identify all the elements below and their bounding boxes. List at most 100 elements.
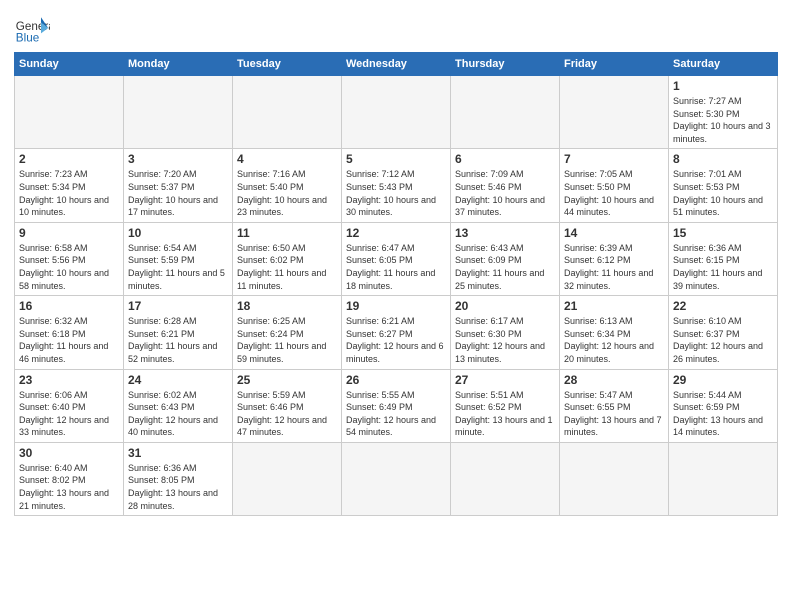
day-number: 21: [564, 299, 664, 313]
day-number: 19: [346, 299, 446, 313]
day-info: Sunrise: 6:36 AM Sunset: 8:05 PM Dayligh…: [128, 462, 228, 512]
calendar-week-6: 30 Sunrise: 6:40 AM Sunset: 8:02 PM Dayli…: [15, 442, 778, 515]
calendar-cell: 11Sunrise: 6:50 AM Sunset: 6:02 PM Dayli…: [233, 222, 342, 295]
day-number: 25: [237, 373, 337, 387]
calendar-cell: [451, 442, 560, 515]
calendar-cell: 28 Sunrise: 5:47 AM Sunset: 6:55 PM Dayli…: [560, 369, 669, 442]
day-number: 18: [237, 299, 337, 313]
calendar-week-1: 1 Sunrise: 7:27 AM Sunset: 5:30 PM Daylig…: [15, 76, 778, 149]
day-number: 6: [455, 152, 555, 166]
calendar-cell: 4 Sunrise: 7:16 AM Sunset: 5:40 PM Daylig…: [233, 149, 342, 222]
day-number: 26: [346, 373, 446, 387]
svg-text:Blue: Blue: [16, 32, 39, 45]
weekday-header-sunday: Sunday: [15, 53, 124, 76]
day-number: 1: [673, 79, 773, 93]
day-number: 20: [455, 299, 555, 313]
day-number: 28: [564, 373, 664, 387]
calendar-cell: [451, 76, 560, 149]
day-info: Sunrise: 6:47 AM Sunset: 6:05 PM Dayligh…: [346, 242, 446, 292]
calendar-cell: [15, 76, 124, 149]
day-info: Sunrise: 5:55 AM Sunset: 6:49 PM Dayligh…: [346, 389, 446, 439]
day-number: 30: [19, 446, 119, 460]
calendar-cell: [560, 76, 669, 149]
calendar-cell: 24Sunrise: 6:02 AM Sunset: 6:43 PM Dayli…: [124, 369, 233, 442]
page-header: General Blue: [14, 10, 778, 46]
calendar-cell: 21 Sunrise: 6:13 AM Sunset: 6:34 PM Dayli…: [560, 296, 669, 369]
calendar-cell: 18 Sunrise: 6:25 AM Sunset: 6:24 PM Dayli…: [233, 296, 342, 369]
calendar-cell: [560, 442, 669, 515]
calendar-cell: 9 Sunrise: 6:58 AM Sunset: 5:56 PM Daylig…: [15, 222, 124, 295]
weekday-header-friday: Friday: [560, 53, 669, 76]
day-info: Sunrise: 7:01 AM Sunset: 5:53 PM Dayligh…: [673, 168, 773, 218]
day-number: 24: [128, 373, 228, 387]
day-number: 2: [19, 152, 119, 166]
day-number: 10: [128, 226, 228, 240]
day-info: Sunrise: 5:59 AM Sunset: 6:46 PM Dayligh…: [237, 389, 337, 439]
logo: General Blue: [14, 10, 50, 46]
calendar-cell: [233, 442, 342, 515]
calendar-cell: 27Sunrise: 5:51 AM Sunset: 6:52 PM Dayli…: [451, 369, 560, 442]
calendar-cell: 5Sunrise: 7:12 AM Sunset: 5:43 PM Daylig…: [342, 149, 451, 222]
calendar-cell: 8 Sunrise: 7:01 AM Sunset: 5:53 PM Daylig…: [669, 149, 778, 222]
day-info: Sunrise: 5:44 AM Sunset: 6:59 PM Dayligh…: [673, 389, 773, 439]
calendar-cell: [342, 442, 451, 515]
day-info: Sunrise: 6:10 AM Sunset: 6:37 PM Dayligh…: [673, 315, 773, 365]
calendar-cell: 17Sunrise: 6:28 AM Sunset: 6:21 PM Dayli…: [124, 296, 233, 369]
day-number: 8: [673, 152, 773, 166]
day-info: Sunrise: 7:05 AM Sunset: 5:50 PM Dayligh…: [564, 168, 664, 218]
calendar-cell: 23Sunrise: 6:06 AM Sunset: 6:40 PM Dayli…: [15, 369, 124, 442]
calendar-cell: 29 Sunrise: 5:44 AM Sunset: 6:59 PM Dayli…: [669, 369, 778, 442]
weekday-header-tuesday: Tuesday: [233, 53, 342, 76]
logo-icon: General Blue: [14, 10, 50, 46]
weekday-header-wednesday: Wednesday: [342, 53, 451, 76]
day-info: Sunrise: 6:39 AM Sunset: 6:12 PM Dayligh…: [564, 242, 664, 292]
day-info: Sunrise: 6:54 AM Sunset: 5:59 PM Dayligh…: [128, 242, 228, 292]
day-info: Sunrise: 6:58 AM Sunset: 5:56 PM Dayligh…: [19, 242, 119, 292]
calendar-cell: 13Sunrise: 6:43 AM Sunset: 6:09 PM Dayli…: [451, 222, 560, 295]
day-number: 22: [673, 299, 773, 313]
calendar-cell: 25 Sunrise: 5:59 AM Sunset: 6:46 PM Dayli…: [233, 369, 342, 442]
weekday-header-thursday: Thursday: [451, 53, 560, 76]
calendar-week-4: 16Sunrise: 6:32 AM Sunset: 6:18 PM Dayli…: [15, 296, 778, 369]
day-info: Sunrise: 7:20 AM Sunset: 5:37 PM Dayligh…: [128, 168, 228, 218]
day-number: 12: [346, 226, 446, 240]
calendar-cell: 2 Sunrise: 7:23 AM Sunset: 5:34 PM Daylig…: [15, 149, 124, 222]
calendar-cell: 19 Sunrise: 6:21 AM Sunset: 6:27 PM Dayli…: [342, 296, 451, 369]
calendar-cell: 26 Sunrise: 5:55 AM Sunset: 6:49 PM Dayli…: [342, 369, 451, 442]
day-number: 4: [237, 152, 337, 166]
day-number: 13: [455, 226, 555, 240]
calendar-cell: 10 Sunrise: 6:54 AM Sunset: 5:59 PM Dayli…: [124, 222, 233, 295]
day-info: Sunrise: 5:47 AM Sunset: 6:55 PM Dayligh…: [564, 389, 664, 439]
day-number: 31: [128, 446, 228, 460]
day-number: 5: [346, 152, 446, 166]
calendar-cell: 12 Sunrise: 6:47 AM Sunset: 6:05 PM Dayli…: [342, 222, 451, 295]
calendar-week-5: 23Sunrise: 6:06 AM Sunset: 6:40 PM Dayli…: [15, 369, 778, 442]
day-info: Sunrise: 7:16 AM Sunset: 5:40 PM Dayligh…: [237, 168, 337, 218]
calendar-week-2: 2 Sunrise: 7:23 AM Sunset: 5:34 PM Daylig…: [15, 149, 778, 222]
weekday-header-row: SundayMondayTuesdayWednesdayThursdayFrid…: [15, 53, 778, 76]
calendar-cell: [233, 76, 342, 149]
day-number: 29: [673, 373, 773, 387]
day-info: Sunrise: 6:40 AM Sunset: 8:02 PM Dayligh…: [19, 462, 119, 512]
calendar-cell: 31 Sunrise: 6:36 AM Sunset: 8:05 PM Dayli…: [124, 442, 233, 515]
calendar-cell: 6Sunrise: 7:09 AM Sunset: 5:46 PM Daylig…: [451, 149, 560, 222]
day-number: 15: [673, 226, 773, 240]
calendar-cell: 16Sunrise: 6:32 AM Sunset: 6:18 PM Dayli…: [15, 296, 124, 369]
day-info: Sunrise: 6:21 AM Sunset: 6:27 PM Dayligh…: [346, 315, 446, 365]
calendar-cell: 1 Sunrise: 7:27 AM Sunset: 5:30 PM Daylig…: [669, 76, 778, 149]
calendar-cell: [342, 76, 451, 149]
day-number: 27: [455, 373, 555, 387]
calendar-cell: 30 Sunrise: 6:40 AM Sunset: 8:02 PM Dayli…: [15, 442, 124, 515]
calendar-cell: 20Sunrise: 6:17 AM Sunset: 6:30 PM Dayli…: [451, 296, 560, 369]
day-number: 3: [128, 152, 228, 166]
day-info: Sunrise: 6:25 AM Sunset: 6:24 PM Dayligh…: [237, 315, 337, 365]
day-number: 7: [564, 152, 664, 166]
day-number: 17: [128, 299, 228, 313]
day-info: Sunrise: 6:32 AM Sunset: 6:18 PM Dayligh…: [19, 315, 119, 365]
day-info: Sunrise: 7:23 AM Sunset: 5:34 PM Dayligh…: [19, 168, 119, 218]
day-info: Sunrise: 7:27 AM Sunset: 5:30 PM Dayligh…: [673, 95, 773, 145]
day-info: Sunrise: 6:50 AM Sunset: 6:02 PM Dayligh…: [237, 242, 337, 292]
day-info: Sunrise: 6:13 AM Sunset: 6:34 PM Dayligh…: [564, 315, 664, 365]
calendar-cell: [124, 76, 233, 149]
day-number: 9: [19, 226, 119, 240]
